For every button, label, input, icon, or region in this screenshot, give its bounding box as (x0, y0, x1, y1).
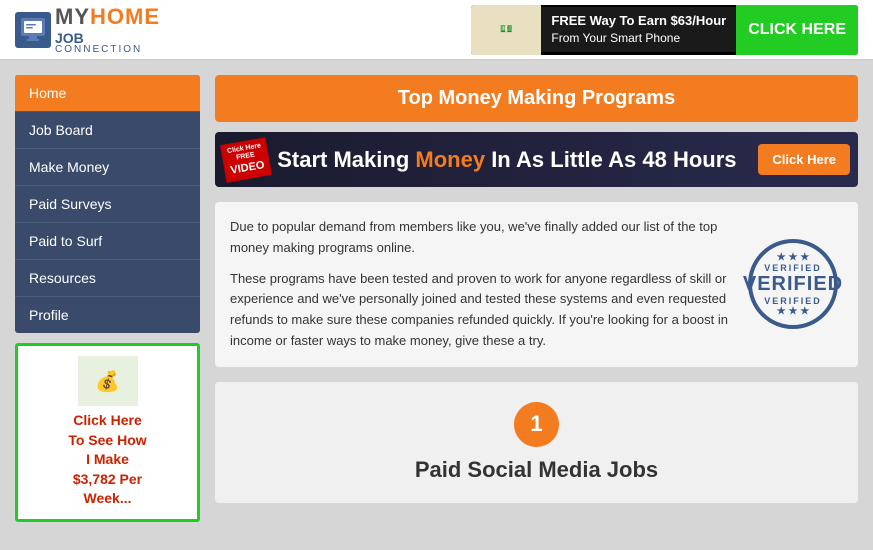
info-text: Due to popular demand from members like … (230, 217, 728, 352)
sidebar: Home Job Board Make Money Paid Surveys P… (15, 75, 200, 522)
banner-free-text: FREE Way To Earn $63/Hour (551, 12, 726, 30)
banner-click-button[interactable]: CLICK HERE (736, 5, 858, 55)
banner-text: FREE Way To Earn $63/Hour From Your Smar… (541, 7, 736, 52)
sidebar-item-profile[interactable]: Profile (15, 297, 200, 333)
video-badge: Click Here FREE VIDEO (220, 137, 272, 182)
info-section: Due to popular demand from members like … (215, 202, 858, 367)
info-para2: These programs have been tested and prov… (230, 269, 728, 352)
verified-stamp: ★ ★ ★ VERIFIED VERIFIED VERIFIED ★ ★ ★ (743, 217, 843, 352)
sidebar-item-home[interactable]: Home (15, 75, 200, 112)
logo: MYHOME JOB CONNECTION (15, 4, 160, 55)
header-banner[interactable]: 💵 FREE Way To Earn $63/Hour From Your Sm… (471, 5, 858, 55)
content-banner-btn[interactable]: Click Here (758, 144, 850, 175)
logo-icon (15, 12, 51, 48)
sidebar-item-paid-surveys[interactable]: Paid Surveys (15, 186, 200, 223)
promo-text: Click Here To See How I Make $3,782 Per … (28, 411, 187, 509)
banner-money-image: 💵 (471, 5, 541, 55)
stamp-circle: ★ ★ ★ VERIFIED VERIFIED VERIFIED ★ ★ ★ (748, 239, 838, 329)
content-area: Top Money Making Programs Click Here FRE… (215, 75, 858, 503)
site-header: MYHOME JOB CONNECTION 💵 FREE Way To Earn… (0, 0, 873, 60)
number-badge-1: 1 (514, 402, 559, 447)
sidebar-nav: Home Job Board Make Money Paid Surveys P… (15, 75, 200, 333)
sidebar-item-job-board[interactable]: Job Board (15, 112, 200, 149)
sidebar-item-resources[interactable]: Resources (15, 260, 200, 297)
sidebar-item-make-money[interactable]: Make Money (15, 149, 200, 186)
content-banner[interactable]: Click Here FREE VIDEO Start Making Money… (215, 132, 858, 187)
banner-body-text: Start Making Money In As Little As 48 Ho… (277, 147, 736, 173)
sidebar-item-paid-to-surf[interactable]: Paid to Surf (15, 223, 200, 260)
banner-sub-text: From Your Smart Phone (551, 30, 726, 47)
main-layout: Home Job Board Make Money Paid Surveys P… (0, 60, 873, 537)
promo-money-image: 💰 (78, 356, 138, 406)
numbered-section-1: 1 Paid Social Media Jobs (215, 382, 858, 503)
section1-title: Paid Social Media Jobs (235, 457, 838, 483)
sidebar-promo[interactable]: 💰 Click Here To See How I Make $3,782 Pe… (15, 343, 200, 522)
content-header-title: Top Money Making Programs (215, 75, 858, 122)
info-para1: Due to popular demand from members like … (230, 217, 728, 259)
logo-text: MYHOME JOB CONNECTION (55, 4, 160, 55)
